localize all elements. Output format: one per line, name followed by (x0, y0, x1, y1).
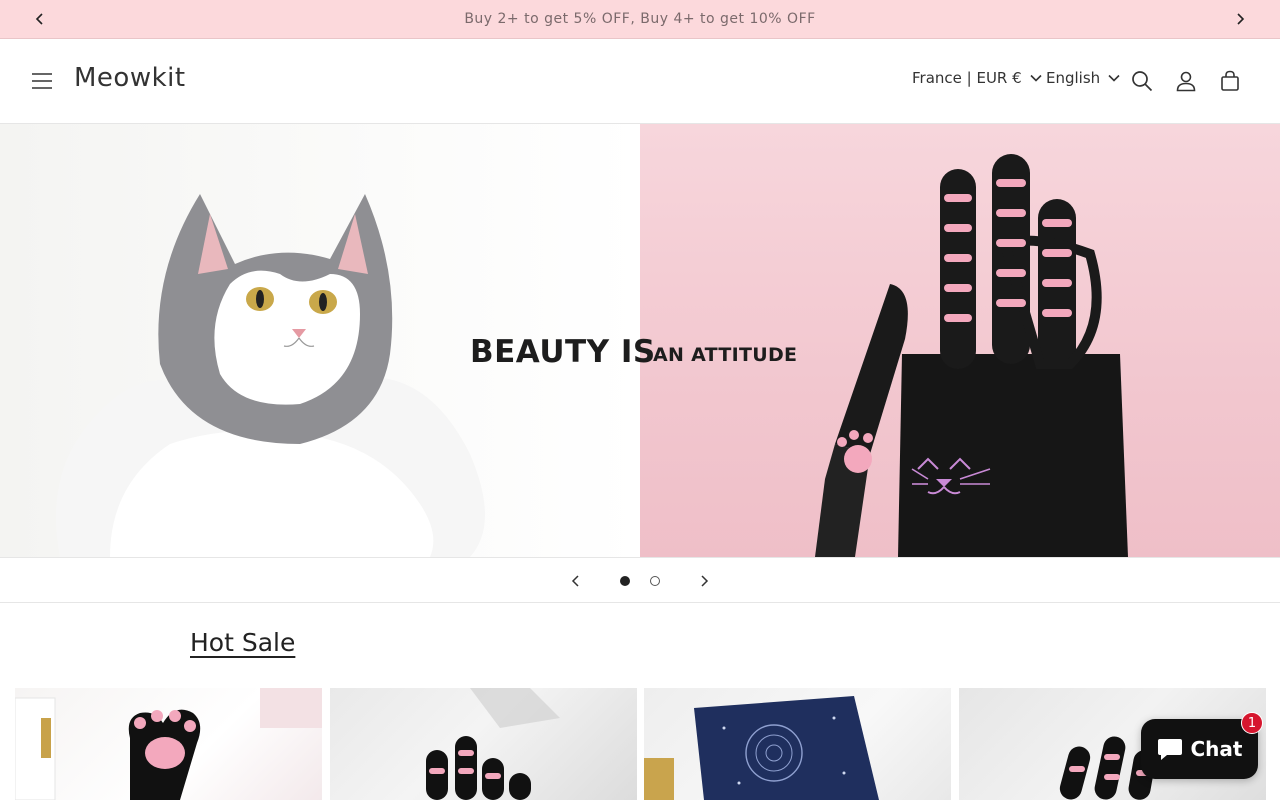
language-selector-label: English (1046, 69, 1101, 87)
chevron-right-icon (701, 575, 709, 587)
paw-mirror-image (15, 688, 322, 800)
hamburger-menu-icon (32, 73, 52, 89)
announcement-bar: Buy 2+ to get 5% OFF, Buy 4+ to get 10% … (0, 0, 1280, 39)
hero-knife-set-image (640, 124, 1280, 557)
hero-slideshow[interactable]: BEAUTY IS AN ATTITUDE (0, 124, 1280, 557)
slide-prev-button[interactable] (561, 566, 591, 596)
search-icon (1132, 71, 1153, 92)
slide-dot-1[interactable] (620, 576, 630, 586)
product-card[interactable] (330, 688, 637, 800)
slide-next-button[interactable] (689, 566, 719, 596)
chevron-left-icon (571, 575, 579, 587)
star-gift-box-image (644, 696, 879, 800)
user-icon (1176, 71, 1196, 92)
product-card[interactable] (15, 688, 322, 800)
language-selector[interactable]: English (1046, 69, 1120, 87)
hero-heading: BEAUTY IS (470, 334, 656, 370)
site-header: Meowkit France | EUR € English (0, 39, 1280, 124)
knife-set-illustration (815, 154, 1128, 557)
search-button[interactable] (1126, 65, 1158, 97)
chevron-left-icon (35, 13, 43, 25)
chevron-down-icon (1030, 74, 1042, 82)
slideshow-controls (0, 557, 1280, 603)
account-button[interactable] (1170, 65, 1202, 97)
chat-label: Chat (1190, 737, 1243, 761)
chat-notification-badge: 1 (1241, 712, 1263, 734)
hot-sale-title[interactable]: Hot Sale (190, 628, 295, 657)
product-grid (15, 688, 1266, 800)
chevron-right-icon (1237, 13, 1245, 25)
cart-button[interactable] (1214, 65, 1246, 97)
announcement-text: Buy 2+ to get 5% OFF, Buy 4+ to get 10% … (464, 11, 816, 27)
shopping-bag-icon (1221, 70, 1239, 91)
site-logo[interactable]: Meowkit (74, 63, 186, 93)
paw-knife-set-image (426, 688, 560, 800)
announcement-next-button[interactable] (1220, 0, 1260, 38)
slide-dot-2[interactable] (650, 576, 660, 586)
country-selector[interactable]: France | EUR € (912, 69, 1042, 87)
country-selector-label: France | EUR € (912, 69, 1022, 87)
announcement-prev-button[interactable] (20, 0, 60, 38)
chevron-down-icon (1108, 74, 1120, 82)
menu-button[interactable] (26, 65, 58, 97)
hero-subheading: AN ATTITUDE (653, 344, 798, 366)
chat-bubble-icon (1157, 739, 1182, 760)
chat-widget-button[interactable]: Chat (1141, 719, 1258, 779)
product-card[interactable] (644, 688, 951, 800)
